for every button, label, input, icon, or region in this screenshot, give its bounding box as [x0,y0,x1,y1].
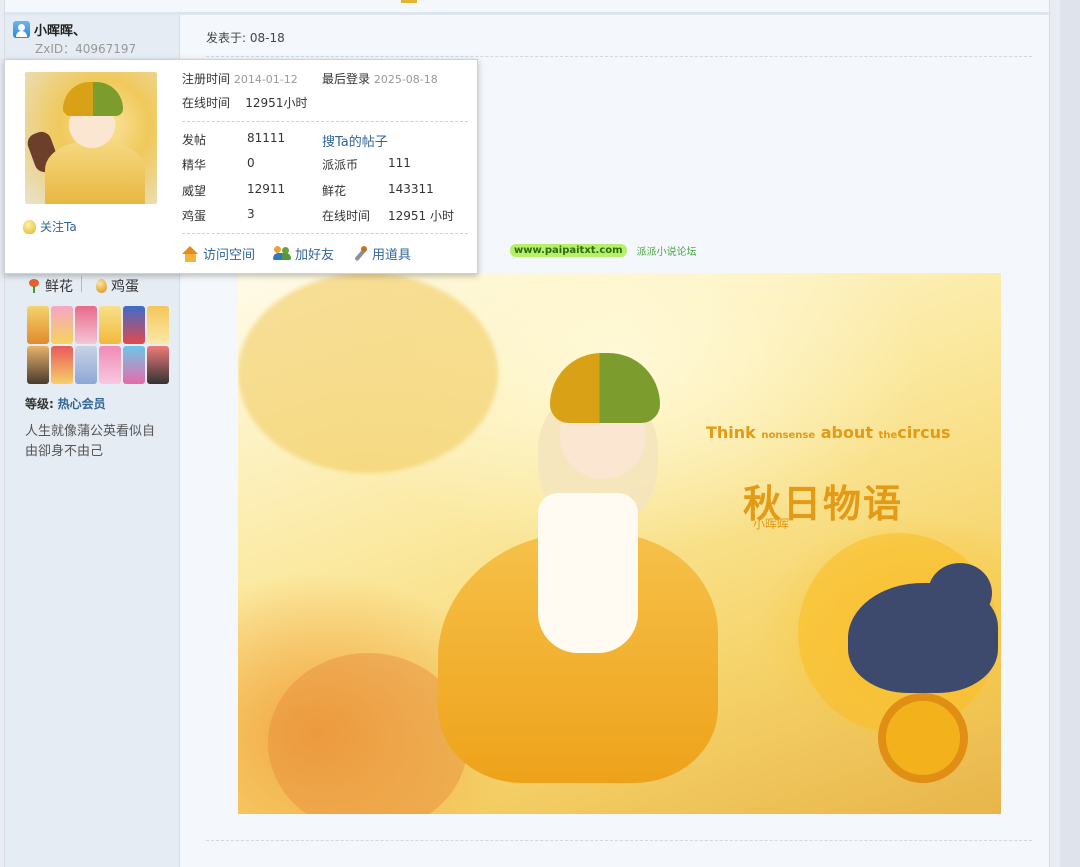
user-name-row: 小晖晖、 [13,20,86,39]
flower-button[interactable]: 鲜花 [27,276,73,296]
forum-url-link[interactable]: www.paipaitxt.com [510,244,627,257]
medal-icon[interactable] [27,306,49,344]
avatar-hat [63,82,123,116]
medal-icon[interactable] [75,346,97,384]
tool-icon [352,245,368,262]
flower-egg-row: 鲜花 鸡蛋 [27,276,139,296]
user-name-link[interactable]: 小晖晖、 [34,20,86,39]
forum-name: 派派小说论坛 [636,247,697,258]
user-signature: 人生就像蒲公英看似自由卻身不由己 [25,424,156,459]
forum-sig-banner: www.paipaitxt.com 派派小说论坛 [510,243,697,258]
visit-space-button[interactable]: 访问空间 [182,244,255,263]
stat-label: 鸡蛋 [182,209,207,223]
stat-value: 12951 小时 [388,209,454,223]
medal-icon[interactable] [123,346,145,384]
medal-icon[interactable] [27,346,49,384]
cat-head [928,563,992,623]
post-bottom-divider [206,840,1032,841]
user-info-popup: 关注Ta 注册时间 2014-01-12 最后登录 2025-08-18 在线时… [4,59,478,274]
bokeh-light [238,273,498,473]
post-artwork-image: Think nonsense about thecircus 秋日物语 小晖晖 [238,273,1001,814]
level-value[interactable]: 热心会员 [58,397,106,411]
stat-label: 在线时间 [322,209,371,223]
use-tool-button[interactable]: 用道具 [352,244,411,263]
user-profile-icon [13,21,30,38]
stat-label: 威望 [182,184,207,198]
medal-icon[interactable] [51,306,73,344]
post-divider [206,56,1032,57]
medal-icon[interactable] [51,346,73,384]
search-posts-link[interactable]: 搜Ta的帖子 [322,131,388,150]
post-time: 发表于: 08-18 [206,31,285,45]
popup-divider [182,121,468,122]
lightbulb-icon [23,219,36,234]
medal-icon[interactable] [99,346,121,384]
popup-divider [182,233,468,234]
character-apron [538,493,638,653]
stat-value: 111 [388,156,411,170]
user-zxid: ZxID：40967197 [35,42,137,56]
home-icon [182,245,199,262]
divider [81,276,82,292]
flower-icon [27,279,41,293]
stat-label: 发帖 [182,133,207,147]
stat-value: 3 [247,207,255,221]
stat-value: 12911 [247,182,286,196]
follow-button[interactable]: 关注Ta [23,218,77,235]
right-scroll-strip [1060,0,1080,867]
stat-label: 鲜花 [322,184,347,198]
decoration-mark [401,0,417,3]
medal-grid [27,306,171,384]
user-avatar[interactable] [25,72,157,204]
sunflower [878,693,968,783]
friends-icon [273,246,292,261]
medal-icon[interactable] [147,346,169,384]
last-login: 最后登录 2025-08-18 [322,72,438,86]
medal-icon[interactable] [147,306,169,344]
egg-icon [96,279,107,293]
popup-actions: 访问空间 加好友 用道具 [182,244,411,263]
medal-icon[interactable] [123,306,145,344]
egg-button[interactable]: 鸡蛋 [96,276,139,296]
medal-icon[interactable] [99,306,121,344]
stat-label: 精华 [182,158,207,172]
artwork-subtitle: Think nonsense about thecircus [706,423,951,442]
stat-value: 81111 [247,131,286,145]
user-level: 等级: 热心会员 [25,397,106,411]
stat-value: 143311 [388,182,434,196]
character-hat [550,353,660,423]
medal-icon[interactable] [75,306,97,344]
avatar-dress [45,142,145,204]
register-time: 注册时间 2014-01-12 [182,72,298,86]
add-friend-button[interactable]: 加好友 [273,244,334,263]
stat-value: 0 [247,156,255,170]
online-time: 在线时间 12951小时 [182,96,308,110]
artwork-author: 小晖晖 [753,517,790,531]
stat-label: 派派币 [322,158,359,172]
